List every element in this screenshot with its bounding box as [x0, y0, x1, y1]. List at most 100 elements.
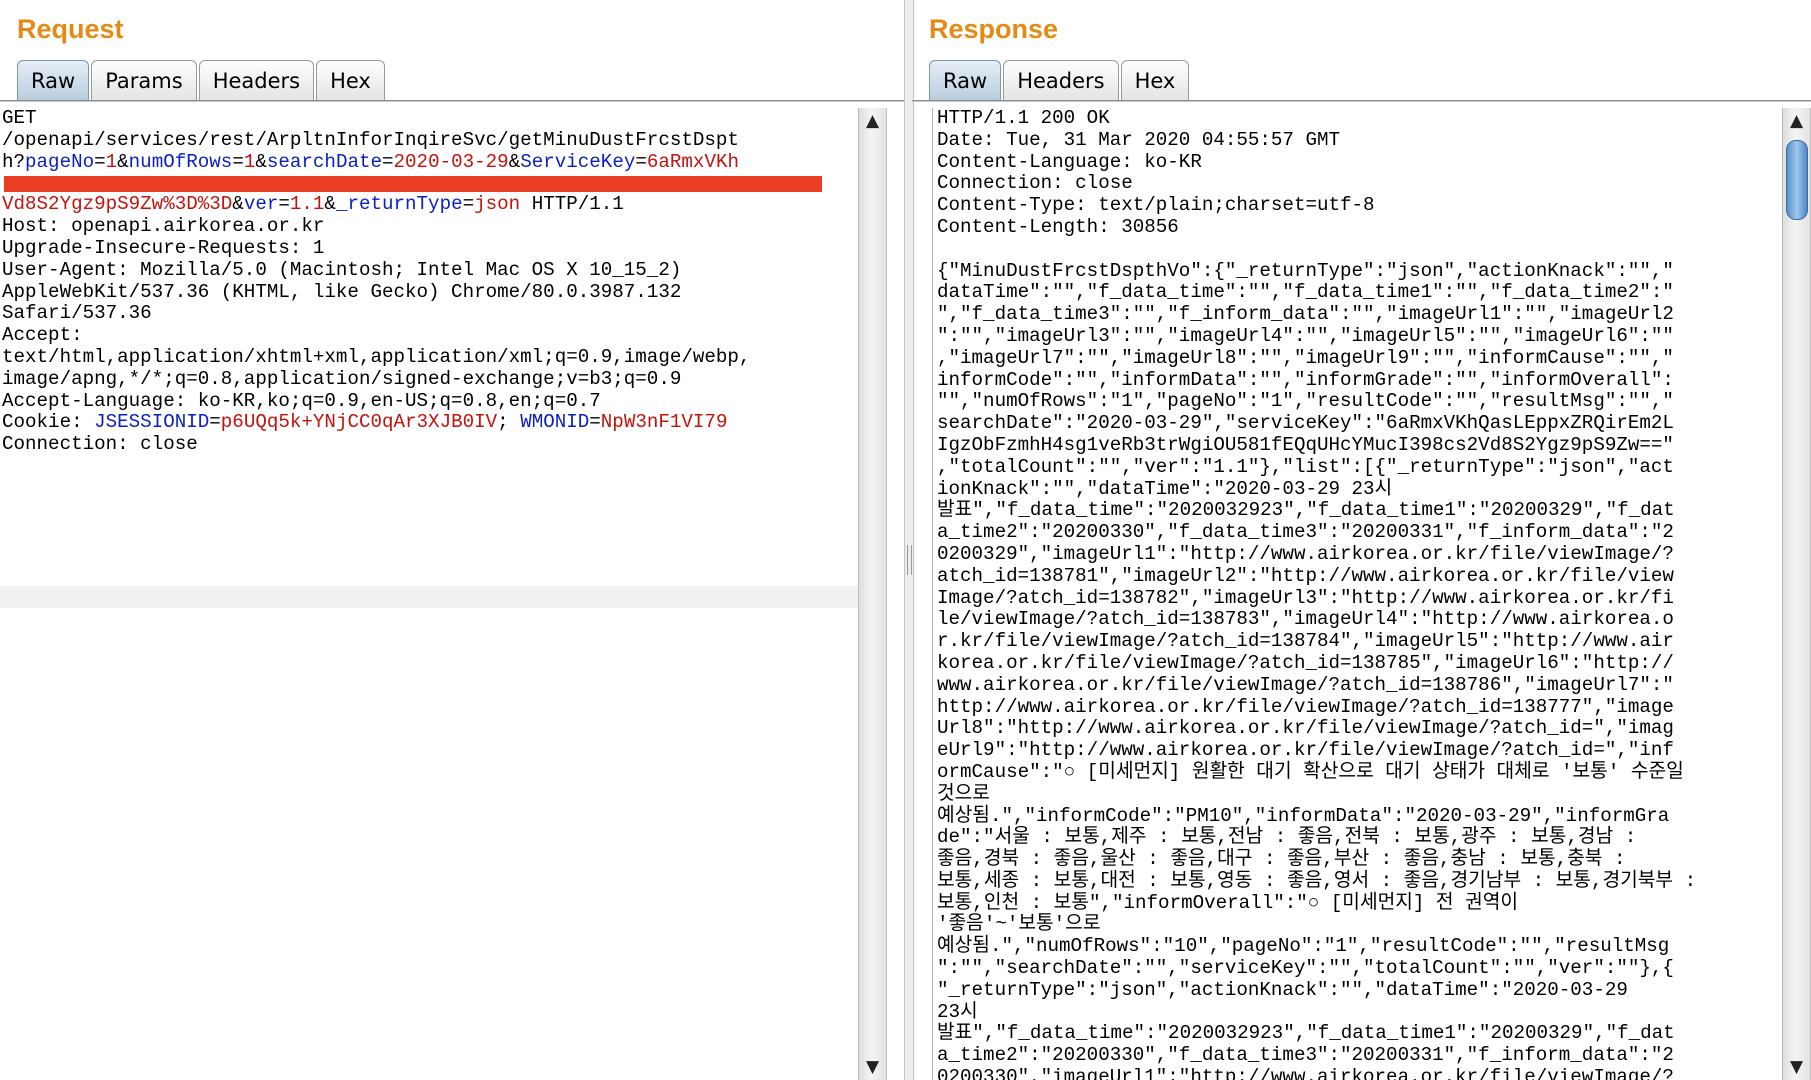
response-line: r.kr/file/viewImage/?atch_id=138784","im… [937, 630, 1674, 653]
cookie-value-wmonid: NpW3nF1VI79 [600, 411, 728, 434]
param-key-pageno: pageNo [25, 150, 95, 173]
response-tab-divider [912, 100, 1811, 102]
response-scrollbar[interactable]: ▲ ▼ [1782, 108, 1811, 1080]
cookie-key-jsessionid: JSESSIONID [94, 411, 210, 434]
response-line: 발표","f_data_time":"2020032923","f_data_t… [937, 1022, 1675, 1045]
response-line: le/viewImage/?atch_id=138783","imageUrl4… [937, 608, 1674, 631]
param-key-servicekey: ServiceKey [520, 150, 636, 173]
response-line: 예상됨.","informCode":"PM10","informData":"… [937, 804, 1670, 827]
response-line: Content-Length: 30856 [937, 215, 1179, 238]
response-line: 보통,인천 : 보통","informOverall":"○ [미세먼지] 전 … [937, 891, 1519, 914]
header-upgrade-insecure: Upgrade-Insecure-Requests: 1 [2, 236, 325, 259]
request-text[interactable]: GET /openapi/services/rest/ArpltnInforIn… [0, 108, 858, 456]
param-value-searchdate: 2020-03-29 [393, 150, 509, 173]
request-tab-headers[interactable]: Headers [198, 60, 315, 100]
response-line: "_returnType":"json","actionKnack":"","d… [937, 978, 1628, 1001]
response-line: ,"totalCount":"","ver":"1.1"},"list":[{"… [937, 455, 1674, 478]
response-line: www.airkorea.or.kr/file/viewImage/?atch_… [937, 673, 1674, 696]
header-cookie-label: Cookie: [2, 411, 95, 434]
response-tab-headers[interactable]: Headers [1003, 60, 1119, 100]
request-tab-hex[interactable]: Hex [316, 60, 385, 100]
response-title: Response [929, 14, 1059, 44]
response-line: Connection: close [937, 172, 1133, 195]
response-tabs: Raw Headers Hex [929, 60, 1191, 101]
request-editor-highlight-row [0, 586, 858, 608]
param-key-searchdate: searchDate [266, 150, 383, 173]
param-value-servicekey-end: Vd8S2Ygz9pS9Zw%3D%3D [2, 193, 233, 216]
response-line: ,"imageUrl7":"","imageUrl8":"","imageUrl… [937, 346, 1674, 369]
request-title: Request [17, 14, 124, 44]
response-line: searchDate":"2020-03-29","serviceKey":"6… [937, 412, 1674, 435]
response-line: a_time2":"20200330","f_data_time3":"2020… [937, 521, 1674, 544]
cookie-key-wmonid: WMONID [520, 411, 590, 434]
param-key-ver: ver [243, 193, 279, 216]
response-line: ionKnack":"","dataTime":"2020-03-29 23시 [937, 477, 1393, 500]
request-tab-params[interactable]: Params [91, 60, 197, 100]
response-line: {"MinuDustFrcstDspthVo":{"_returnType":"… [937, 259, 1674, 282]
response-pane: Response Raw Headers Hex HTTP/1.1 200 OK… [912, 0, 1811, 1080]
param-key-returntype: _returnType [335, 193, 463, 216]
response-line: 보통,세종 : 보통,대전 : 보통,영동 : 좋음,영서 : 좋음,경기남부 … [937, 869, 1697, 892]
response-line: korea.or.kr/file/viewImage/?atch_id=1387… [937, 651, 1674, 674]
cookie-separator: ; [497, 411, 521, 434]
response-line: ":"","imageUrl3":"","imageUrl4":"","imag… [937, 324, 1674, 347]
redaction-bar [4, 176, 822, 193]
response-text[interactable]: HTTP/1.1 200 OK Date: Tue, 31 Mar 2020 0… [933, 108, 1795, 1080]
header-user-agent-2: AppleWebKit/537.36 (KHTML, like Gecko) C… [2, 280, 682, 303]
response-line: eUrl9":"http://www.airkorea.or.kr/file/v… [937, 739, 1674, 762]
response-line: atch_id=138781","imageUrl2":"http://www.… [937, 564, 1674, 587]
response-line: "","numOfRows":"1","pageNo":"1","resultC… [937, 390, 1674, 413]
request-raw-editor[interactable]: GET /openapi/services/rest/ArpltnInforIn… [0, 108, 858, 1080]
request-http-version: HTTP/1.1 [520, 193, 624, 216]
request-line-method: GET [2, 108, 37, 129]
response-line: Content-Language: ko-KR [937, 150, 1202, 173]
scroll-down-arrow-icon[interactable]: ▼ [1783, 1056, 1810, 1078]
param-value-ver: 1.1 [289, 193, 325, 216]
scroll-up-arrow-icon[interactable]: ▲ [1783, 110, 1810, 132]
scroll-up-arrow-icon[interactable]: ▲ [859, 110, 886, 132]
header-user-agent-1: User-Agent: Mozilla/5.0 (Macintosh; Inte… [2, 258, 682, 281]
header-accept: Accept: [2, 324, 83, 347]
response-raw-editor[interactable]: HTTP/1.1 200 OK Date: Tue, 31 Mar 2020 0… [932, 108, 1795, 1080]
response-line: 예상됨.","numOfRows":"10","pageNo":"1","res… [937, 935, 1670, 958]
response-line: 0200330","imageUrl1":"http://www.airkore… [937, 1066, 1674, 1080]
response-line: 0200329","imageUrl1":"http://www.airkore… [937, 542, 1674, 565]
response-line: 좋음,경북 : 좋음,울산 : 좋음,대구 : 좋음,부산 : 좋음,충남 : … [937, 848, 1626, 871]
response-line: ormCause":"○ [미세먼지] 원활한 대기 확산으로 대기 상태가 대… [937, 760, 1684, 783]
request-scrollbar[interactable]: ▲ ▼ [858, 108, 887, 1080]
response-line: 23시 [937, 1000, 978, 1023]
request-line-path: /openapi/services/rest/ArpltnInforInqire… [2, 128, 739, 151]
response-line: de":"서울 : 보통,제주 : 보통,전남 : 좋음,전북 : 보통,광주 … [937, 826, 1637, 849]
response-tab-raw[interactable]: Raw [929, 60, 1002, 100]
scroll-down-arrow-icon[interactable]: ▼ [859, 1056, 886, 1078]
request-tabs: Raw Params Headers Hex [17, 60, 387, 101]
param-value-servicekey-start: 6aRmxVKh [646, 150, 739, 173]
response-line: HTTP/1.1 200 OK [937, 108, 1110, 129]
request-tab-raw[interactable]: Raw [17, 60, 90, 100]
param-value-pageno: 1 [105, 150, 118, 173]
response-line: ":"","searchDate":"","serviceKey":"","to… [937, 957, 1674, 980]
response-line: Url8":"http://www.airkorea.or.kr/file/vi… [937, 717, 1674, 740]
response-line: a_time2":"20200330","f_data_time3":"2020… [937, 1044, 1674, 1067]
response-scroll-thumb[interactable] [1786, 140, 1808, 220]
response-line: IgzObFzmhH4sg1veRb3trWgiOU581fEQqUHcYMuc… [937, 433, 1674, 456]
request-path-suffix: h? [2, 150, 26, 173]
header-user-agent-3: Safari/537.36 [2, 302, 152, 325]
param-value-numofrows: 1 [243, 150, 256, 173]
response-line: informCode":"","informData":"","informGr… [937, 368, 1674, 391]
response-line: 것으로 [937, 782, 990, 805]
response-tab-hex[interactable]: Hex [1120, 60, 1190, 100]
response-line: 발표","f_data_time":"2020032923","f_data_t… [937, 499, 1675, 522]
header-host: Host: openapi.airkorea.or.kr [2, 215, 325, 238]
response-line: Image/?atch_id=138782","imageUrl3":"http… [937, 586, 1674, 609]
request-pane: Request Raw Params Headers Hex GET /open… [0, 0, 904, 1080]
response-line: Content-Type: text/plain;charset=utf-8 [937, 194, 1375, 217]
response-line: Date: Tue, 31 Mar 2020 04:55:57 GMT [937, 128, 1341, 151]
header-accept-value-2: image/apng,*/*;q=0.8,application/signed-… [2, 367, 682, 390]
header-connection: Connection: close [2, 433, 198, 456]
response-line: dataTime":"","f_data_time":"","f_data_ti… [937, 281, 1674, 304]
header-accept-value-1: text/html,application/xhtml+xml,applicat… [2, 345, 751, 368]
response-line: ","f_data_time3":"","f_inform_data":"","… [937, 303, 1674, 326]
param-value-returntype: json [474, 193, 521, 216]
cookie-value-jsessionid: p6UQq5k+YNjCC0qAr3XJB0IV [220, 411, 498, 434]
